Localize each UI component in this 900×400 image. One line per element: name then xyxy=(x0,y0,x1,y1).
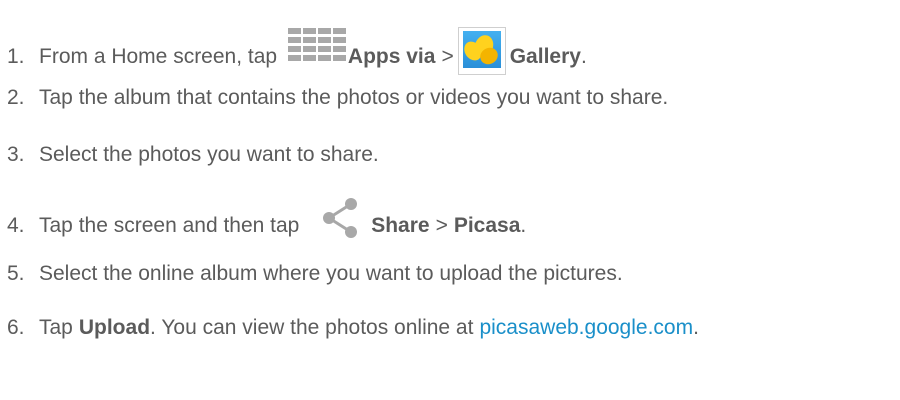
step-number: 1. xyxy=(7,45,25,68)
step-4: 4. Tap the screen and then tap Share > P… xyxy=(7,198,527,248)
share-icon xyxy=(319,196,363,240)
picasa-link[interactable]: picasaweb.google.com xyxy=(479,316,693,340)
separator: > xyxy=(435,214,448,237)
step-6-text-b: . You can view the photos online at xyxy=(150,316,474,339)
step-text: Tap the screen and then tap Share > Pica… xyxy=(39,198,527,248)
step-number: 4. xyxy=(7,214,25,237)
separator: > xyxy=(441,45,454,68)
step-text: Tap the album that contains the photos o… xyxy=(39,86,669,109)
step-1: 1. From a Home screen, tap Apps via > Ga… xyxy=(7,27,587,81)
share-label: Share xyxy=(371,214,430,237)
step-6-text: Tap xyxy=(39,316,73,339)
step-text: Select the photos you want to share. xyxy=(39,143,379,166)
step-text: Tap Upload . You can view the photos onl… xyxy=(39,316,699,340)
upload-label: Upload xyxy=(78,316,151,339)
step-number: 3. xyxy=(7,143,25,166)
step-6: 6. Tap Upload . You can view the photos … xyxy=(7,316,699,340)
step-5: 5. Select the online album where you wan… xyxy=(7,262,623,286)
gallery-label: Gallery xyxy=(509,45,581,68)
step-text: Select the online album where you want t… xyxy=(39,262,623,285)
step-2: 2. Tap the album that contains the photo… xyxy=(7,86,668,110)
picasa-label: Picasa xyxy=(453,214,521,237)
step-text: From a Home screen, tap Apps via > Galle… xyxy=(39,27,587,81)
step-number: 2. xyxy=(7,86,25,109)
apps-grid-icon xyxy=(286,28,346,70)
step-1-text: From a Home screen, tap xyxy=(39,45,283,68)
gallery-icon xyxy=(457,27,506,75)
step-number: 6. xyxy=(7,316,25,339)
period: . xyxy=(580,45,587,68)
period: . xyxy=(520,214,527,237)
apps-label: Apps via xyxy=(347,45,436,68)
step-3: 3. Select the photos you want to share. xyxy=(7,143,379,167)
period: . xyxy=(693,316,699,339)
step-4-text: Tap the screen and then tap xyxy=(39,214,306,237)
step-number: 5. xyxy=(7,262,25,285)
